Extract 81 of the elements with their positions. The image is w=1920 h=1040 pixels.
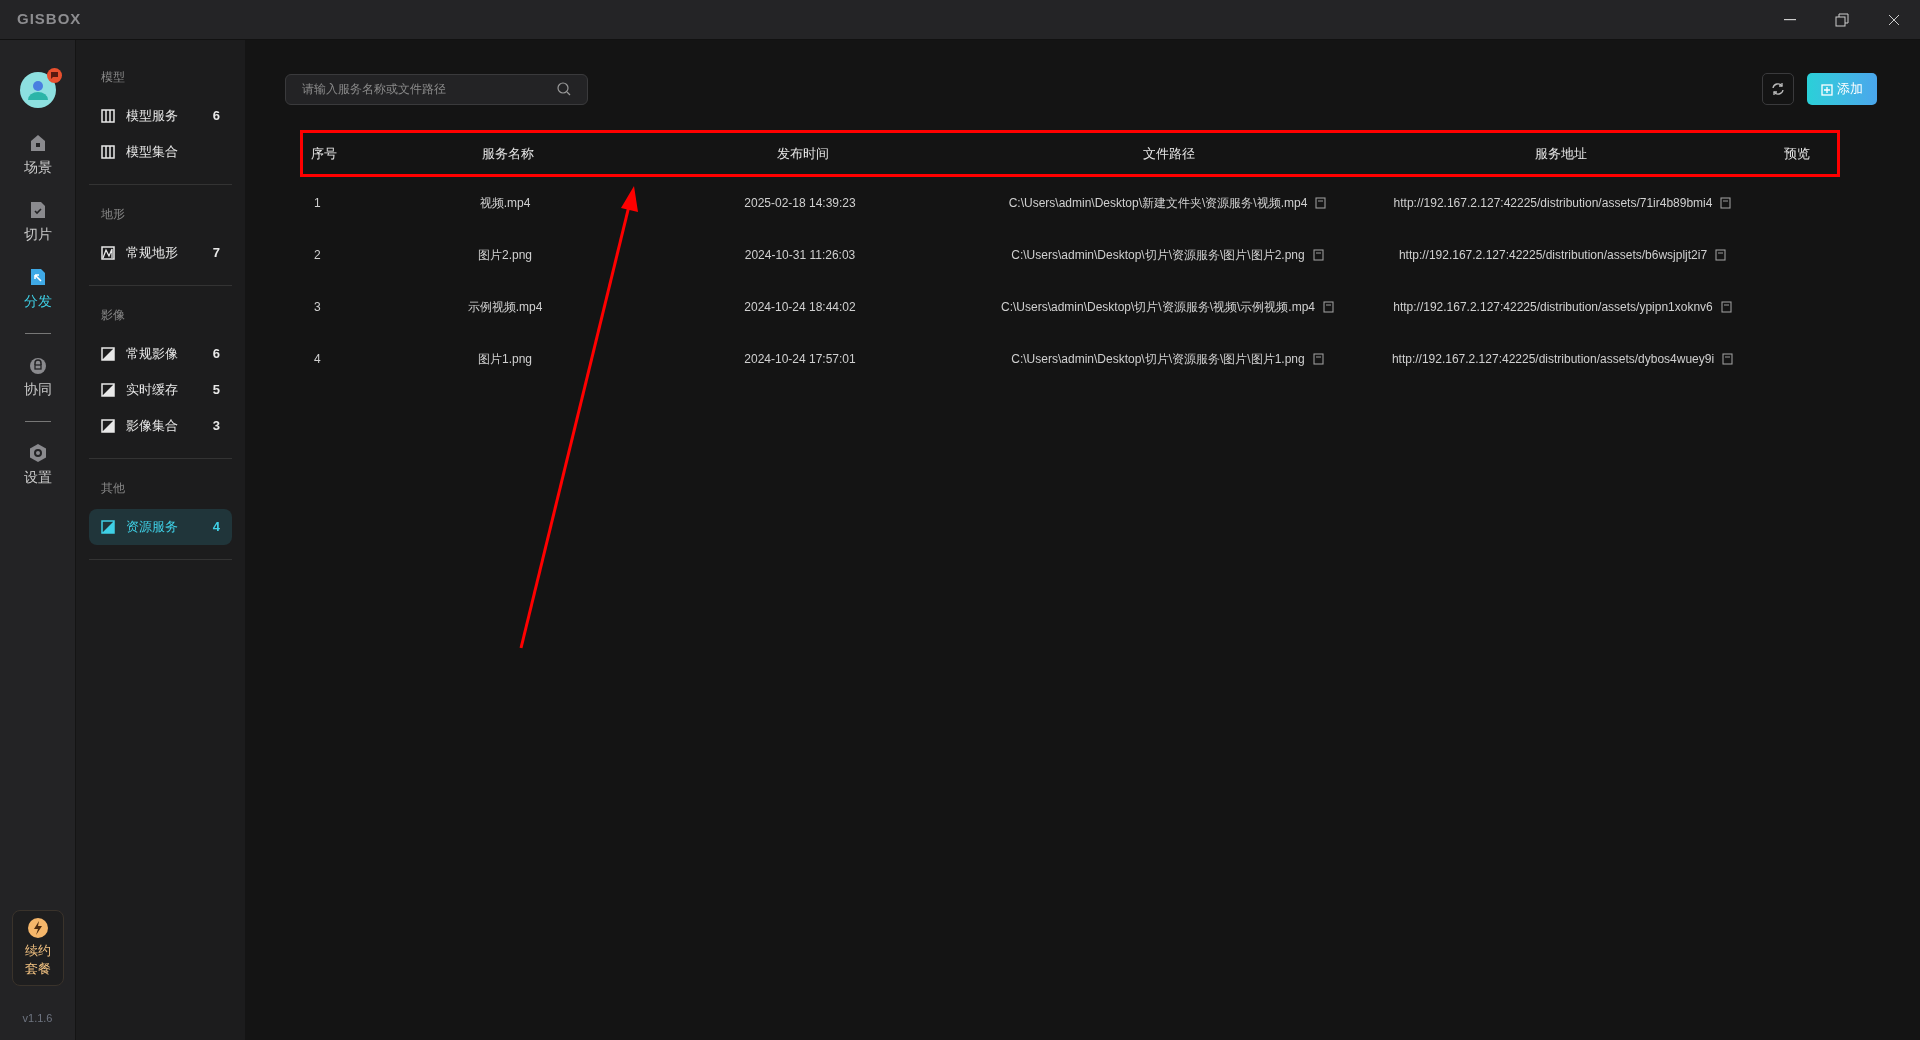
sidebar-item[interactable]: 影像集合 3 xyxy=(89,408,232,444)
copy-icon[interactable] xyxy=(1315,197,1327,209)
version-label: v1.1.6 xyxy=(22,1010,53,1026)
sidebar-item[interactable]: 资源服务 4 xyxy=(89,509,232,545)
column-header: 文件路径 xyxy=(1142,144,1196,163)
table-cell-text: C:\Users\admin\Desktop\切片\资源服务\图片\图片1.png xyxy=(1011,351,1305,368)
table-cell-text: 视频.mp4 xyxy=(479,195,531,212)
item-count: 4 xyxy=(212,518,220,537)
copy-icon[interactable] xyxy=(1722,353,1734,365)
table-cell-text: http://192.167.2.127:42225/distribution/assets/dybos4wuey9i xyxy=(1391,351,1715,368)
table-cell-text: 图片2.png xyxy=(478,247,532,264)
plus-icon xyxy=(1821,82,1833,96)
sidebar-item[interactable]: 常规地形 7 xyxy=(89,235,232,271)
item-count: 6 xyxy=(212,345,220,364)
restore-icon xyxy=(1835,12,1849,27)
nav-item[interactable]: 设置 xyxy=(7,432,68,499)
table-cell-text: 1 xyxy=(314,195,321,212)
table-cell-text: 2024-10-31 11:26:03 xyxy=(744,247,856,264)
image-icon xyxy=(101,383,115,397)
refresh-icon xyxy=(1771,82,1785,96)
close-icon xyxy=(1888,13,1900,26)
column-header: 服务地址 xyxy=(1534,144,1588,163)
table-cell-text: 4 xyxy=(314,351,321,368)
search-icon xyxy=(557,82,571,96)
lightning-icon xyxy=(27,917,48,938)
copy-icon[interactable] xyxy=(1312,249,1324,261)
sidebar-item[interactable]: 模型集合 xyxy=(89,134,232,170)
group-title: 地形 xyxy=(100,206,126,223)
copy-icon[interactable] xyxy=(1323,301,1335,313)
copy-icon[interactable] xyxy=(1720,197,1732,209)
item-count: 6 xyxy=(212,107,220,126)
table-cell-text: http://192.167.2.127:42225/distribution/assets/b6wsjpljt2i7 xyxy=(1398,247,1708,264)
column-header: 发布时间 xyxy=(776,144,830,163)
copy-icon[interactable] xyxy=(1312,353,1324,365)
column-header: 序号 xyxy=(310,144,338,163)
nav-item[interactable]: 切片 xyxy=(7,189,68,256)
table-cell-text: 示例视频.mp4 xyxy=(467,299,543,316)
avatar[interactable] xyxy=(19,72,56,108)
copy-icon[interactable] xyxy=(1720,301,1732,313)
sidebar-item[interactable]: 实时缓存 5 xyxy=(89,372,232,408)
search-field[interactable]: 请输入服务名称或文件路径 xyxy=(285,73,588,105)
column-header: 预览 xyxy=(1783,144,1811,163)
item-count: 3 xyxy=(212,417,220,436)
table-cell-text: http://192.167.2.127:42225/distribution/assets/71ir4b89bmi4 xyxy=(1393,195,1713,212)
image-icon xyxy=(101,520,115,534)
nav-item[interactable]: 场景 xyxy=(7,122,68,189)
image-icon xyxy=(101,419,115,433)
columns-icon xyxy=(101,109,115,123)
nav-item[interactable]: 协同 xyxy=(7,344,68,411)
column-header: 服务名称 xyxy=(481,144,535,163)
item-count: 5 xyxy=(212,381,220,400)
notification-badge-icon xyxy=(46,68,62,83)
renew-plan-label: 续约套餐 xyxy=(24,941,51,978)
table-cell-text: 图片1.png xyxy=(478,351,532,368)
table-cell-text: 3 xyxy=(314,299,321,316)
table-cell-text: C:\Users\admin\Desktop\新建文件夹\资源服务\视频.mp4 xyxy=(1008,195,1308,212)
sidebar-item[interactable]: 模型服务 6 xyxy=(89,98,232,134)
table-cell-text: 2024-10-24 17:57:01 xyxy=(744,351,856,368)
group-title: 其他 xyxy=(100,480,126,497)
nav-item[interactable]: 分发 xyxy=(7,256,68,323)
group-title: 模型 xyxy=(100,69,126,86)
renew-plan-button[interactable]: 续约套餐 xyxy=(11,909,64,986)
table-cell-text: http://192.167.2.127:42225/distribution/assets/ypipn1xoknv6 xyxy=(1393,299,1713,316)
table-cell-text: 2024-10-24 18:44:02 xyxy=(744,299,856,316)
table-cell-text: 2 xyxy=(314,247,321,264)
refresh-button[interactable] xyxy=(1762,73,1794,105)
search-input[interactable]: 请输入服务名称或文件路径 xyxy=(302,80,557,98)
columns-icon xyxy=(101,145,115,159)
table-cell-text: 2025-02-18 14:39:23 xyxy=(744,195,856,212)
table-cell-text: C:\Users\admin\Desktop\切片\资源服务\图片\图片2.png xyxy=(1011,247,1305,264)
item-count: 7 xyxy=(212,244,220,263)
copy-icon[interactable] xyxy=(1715,249,1727,261)
app-logo: GISBOX xyxy=(17,9,82,30)
sidebar-item[interactable]: 常规影像 6 xyxy=(89,336,232,372)
settings-icon xyxy=(27,443,48,463)
lock-icon xyxy=(27,355,48,375)
image-icon xyxy=(101,347,115,361)
terrain-icon xyxy=(101,246,115,260)
table-cell-text: C:\Users\admin\Desktop\切片\资源服务\视频\示例视频.mp4 xyxy=(1000,299,1316,316)
minimize-icon xyxy=(1784,18,1796,21)
group-title: 影像 xyxy=(100,307,126,324)
